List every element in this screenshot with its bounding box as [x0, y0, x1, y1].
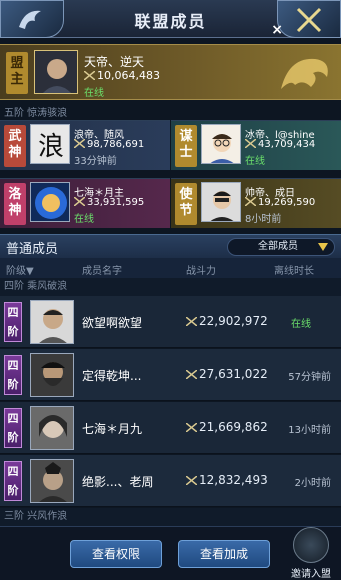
power-value: 98,786,691 — [74, 139, 144, 150]
close-button[interactable]: × — [271, 22, 283, 38]
power-value: 33,931,595 — [74, 197, 144, 208]
member-name: 欲望啊欲望 — [82, 316, 143, 330]
name-column-header: 成员名字 — [82, 266, 122, 277]
filter-value: 全部成员 — [258, 241, 298, 252]
tier-label: 三阶 兴风作浪 — [0, 508, 341, 526]
alliance-emblem-icon — [293, 527, 329, 563]
role-tag: 洛神 — [4, 183, 26, 225]
avatar — [30, 300, 74, 344]
avatar — [30, 459, 74, 503]
leader-row[interactable]: 盟主 天帝、逆天 10,064,483 在线 — [0, 44, 341, 100]
power-value: 43,709,434 — [245, 139, 315, 150]
member-name: 定得乾坤... — [82, 369, 142, 383]
rank-badge: 四阶 — [4, 461, 22, 501]
member-row[interactable]: 四阶 七海＊月九 21,669,862 13小时前 — [0, 402, 341, 454]
sword-icon — [186, 370, 197, 379]
role-tag: 武神 — [4, 125, 26, 167]
members-header: 普通成员 全部成员 — [0, 234, 341, 258]
online-status: 在线 — [74, 214, 94, 225]
column-header: 阶级▼ 成员名字 战斗力 离线时长 — [0, 258, 341, 278]
crossed-swords-icon — [296, 7, 322, 33]
power-value: 12,832,493 — [186, 473, 268, 487]
invite-label: 邀请入盟 — [291, 569, 331, 580]
officer-card[interactable]: 洛神 七海＊月主 33,931,595 在线 — [0, 178, 170, 228]
member-name: 天帝、逆天 — [84, 55, 145, 69]
avatar — [201, 182, 241, 222]
offline-time: 33分钟前 — [74, 156, 117, 167]
member-row[interactable]: 四阶 绝影...、老周 12,832,493 2小时前 — [0, 455, 341, 507]
avatar — [34, 50, 78, 94]
avatar — [30, 353, 74, 397]
online-status: 在线 — [245, 156, 265, 167]
sword-icon — [84, 71, 95, 80]
power-value: 19,269,590 — [245, 197, 315, 208]
online-status: 在线 — [291, 319, 311, 330]
dropdown-arrow-icon — [318, 243, 328, 251]
role-tag: 谋士 — [175, 125, 197, 167]
avatar — [201, 124, 241, 164]
role-tag-leader: 盟主 — [6, 52, 28, 94]
svg-text:浪: 浪 — [38, 132, 64, 162]
officer-card[interactable]: 使节 帅帝、成日 19,269,590 8小时前 — [171, 178, 341, 228]
power-value: 21,669,862 — [186, 420, 268, 434]
sword-icon — [245, 139, 256, 148]
offline-time: 57分钟前 — [288, 372, 331, 383]
sword-icon — [186, 476, 197, 485]
rank-badge: 四阶 — [4, 302, 22, 342]
online-status: 在线 — [84, 88, 104, 99]
power-value: 22,902,972 — [186, 314, 268, 328]
tier-label: 五阶 惊涛骇浪 — [4, 108, 68, 119]
offline-column-header: 离线时长 — [274, 266, 314, 277]
sword-icon — [74, 139, 85, 148]
rank-badge: 四阶 — [4, 408, 22, 448]
member-filter-dropdown[interactable]: 全部成员 — [227, 238, 335, 256]
offline-time: 8小时前 — [245, 214, 282, 225]
avatar — [30, 406, 74, 450]
view-permissions-button[interactable]: 查看权限 — [70, 540, 162, 568]
officer-card[interactable]: 武神 浪 浪帝、随风 98,786,691 33分钟前 — [0, 120, 170, 170]
member-name: 七海＊月九 — [82, 422, 143, 436]
avatar: 浪 — [30, 124, 70, 164]
rank-badge: 四阶 — [4, 355, 22, 395]
role-tag: 使节 — [175, 183, 197, 225]
member-name: 绝影...、老周 — [82, 475, 154, 489]
footer-bar: 查看权限 查看加成 邀请入盟 — [0, 526, 341, 580]
sword-icon — [186, 317, 197, 326]
member-row[interactable]: 四阶 定得乾坤... 27,631,022 57分钟前 — [0, 349, 341, 401]
member-row[interactable]: 四阶 欲望啊欲望 22,902,972 在线 — [0, 296, 341, 348]
power-column-header: 战斗力 — [186, 266, 216, 277]
sword-icon — [245, 197, 256, 206]
avatar — [30, 182, 70, 222]
dragon-icon — [281, 58, 328, 89]
sword-icon — [74, 197, 85, 206]
title-bar: 联盟成员 × — [0, 0, 341, 38]
view-bonus-button[interactable]: 查看加成 — [178, 540, 270, 568]
power-value: 27,631,022 — [186, 367, 268, 381]
invite-button[interactable]: 邀请入盟 — [285, 527, 337, 580]
sword-icon — [186, 423, 197, 432]
tier-label: 四阶 乘风破浪 — [0, 278, 341, 296]
offline-time: 13小时前 — [288, 425, 331, 436]
offline-time: 2小时前 — [294, 478, 331, 489]
crossed-swords-button[interactable] — [277, 0, 341, 38]
members-title: 普通成员 — [6, 242, 59, 257]
rank-sort-header[interactable]: 阶级▼ — [6, 262, 34, 277]
power-value: 10,064,483 — [84, 69, 160, 82]
officer-card[interactable]: 谋士 冰帝、l@shine 43,709,434 在线 — [171, 120, 341, 170]
